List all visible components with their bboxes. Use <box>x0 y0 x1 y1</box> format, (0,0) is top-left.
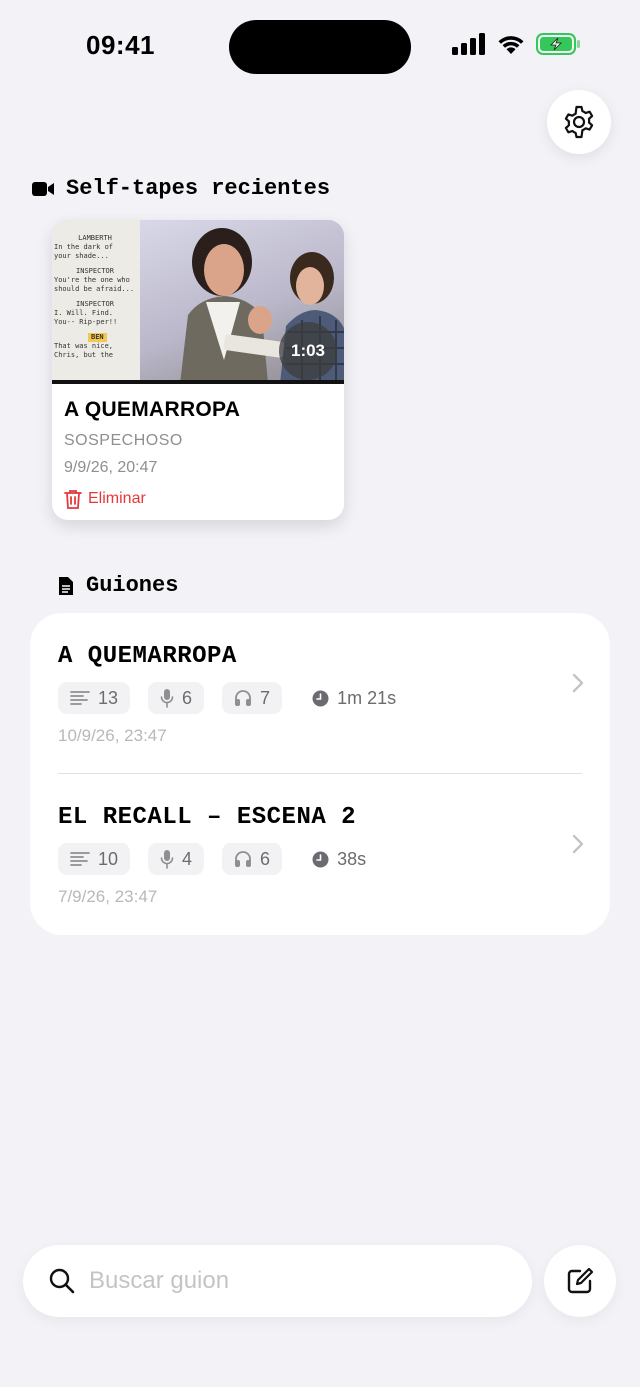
status-time: 09:41 <box>86 30 155 60</box>
script-title: EL RECALL – ESCENA 2 <box>58 804 357 831</box>
script-preview-line: Chris, but the <box>54 351 114 359</box>
my-lines-count: 4 <box>148 843 205 875</box>
tape-role: SOSPECHOSO <box>64 432 183 449</box>
script-preview-line: That was nice, <box>54 342 114 350</box>
script-preview-line: I. Will. Find. <box>54 309 114 317</box>
script-title: A QUEMARROPA <box>58 643 237 670</box>
script-preview-character: INSPECTOR <box>76 267 114 275</box>
script-preview-line: You-- Rip-per!! <box>54 318 118 326</box>
dynamic-island <box>229 20 411 74</box>
scripts-title: Guiones <box>86 573 179 598</box>
new-script-button[interactable] <box>544 1245 616 1317</box>
status-icons <box>452 33 582 55</box>
settings-icon <box>564 105 594 139</box>
chevron-right-icon <box>572 834 584 854</box>
search-bar[interactable] <box>23 1245 532 1317</box>
row-divider <box>58 773 582 774</box>
script-preview-character: LAMBERTH <box>78 234 112 242</box>
script-stats: 10 4 6 38s <box>58 843 582 875</box>
settings-button[interactable] <box>547 90 611 154</box>
duration-value: 1m 21s <box>337 687 397 708</box>
wifi-icon <box>498 36 524 54</box>
clock-icon <box>312 851 329 867</box>
lines-icon <box>70 691 90 705</box>
script-row[interactable]: A QUEMARROPA 13 6 7 1m 21s 10/9/26, 23:4… <box>58 643 584 746</box>
script-preview-line: your shade... <box>54 252 109 260</box>
script-date: 10/9/26, 23:47 <box>58 726 167 745</box>
microphone-icon <box>160 850 174 869</box>
listen-lines-count: 6 <box>222 843 283 875</box>
script-duration: 38s <box>300 843 366 875</box>
signal-icon <box>452 33 485 55</box>
play-button[interactable]: 1:03 <box>279 322 337 380</box>
my-lines-count: 6 <box>148 682 205 714</box>
script-stats: 13 6 7 1m 21s <box>58 682 582 714</box>
script-preview: LAMBERTH In the dark of your shade... INSPE… <box>52 220 140 384</box>
self-tapes-title: Self-tapes recientes <box>66 176 331 201</box>
home-screen: 09:41 Self-tapes recientes LAMBERTH In t… <box>0 0 640 1387</box>
clock-icon <box>312 690 329 706</box>
compose-icon <box>567 1267 594 1294</box>
script-preview-line: should be afraid... <box>54 285 135 293</box>
headphones-icon <box>235 851 252 867</box>
tape-info: A QUEMARROPA SOSPECHOSO 9/9/26, 20:47 El… <box>52 384 344 509</box>
lines-icon <box>70 852 90 866</box>
delete-tape-button[interactable]: Eliminar <box>64 489 332 509</box>
lines-value: 13 <box>98 687 119 708</box>
listen-lines-count: 7 <box>222 682 283 714</box>
script-preview-character: INSPECTOR <box>76 300 114 308</box>
lines-count: 10 <box>58 843 131 875</box>
tape-thumbnail[interactable]: LAMBERTH In the dark of your shade... INSPE… <box>52 220 344 384</box>
video-camera-icon <box>32 181 54 196</box>
document-icon <box>59 576 73 595</box>
lines-count: 13 <box>58 682 131 714</box>
listen-lines-value: 6 <box>260 848 271 869</box>
script-preview-line: You're the one who <box>54 276 130 284</box>
search-icon <box>49 1268 75 1294</box>
tape-duration: 1:03 <box>290 341 326 360</box>
listen-lines-value: 7 <box>260 687 271 708</box>
delete-label: Eliminar <box>88 490 146 507</box>
self-tape-card[interactable]: LAMBERTH In the dark of your shade... INSPE… <box>52 220 344 520</box>
tape-date: 9/9/26, 20:47 <box>64 459 158 476</box>
scripts-header: Guiones <box>58 573 178 598</box>
scripts-list: A QUEMARROPA 13 6 7 1m 21s 10/9/26, 23:4… <box>30 613 610 935</box>
my-lines-value: 6 <box>182 687 193 708</box>
battery-icon <box>536 33 580 55</box>
chevron-right-icon <box>572 673 584 693</box>
microphone-icon <box>160 689 174 708</box>
lines-value: 10 <box>98 848 119 869</box>
search-input[interactable] <box>89 1267 489 1295</box>
my-lines-value: 4 <box>182 848 193 869</box>
tape-title: A QUEMARROPA <box>64 398 241 421</box>
video-progress-bar <box>52 380 344 384</box>
script-preview-highlight: BEN <box>88 333 107 342</box>
duration-value: 38s <box>337 848 367 869</box>
self-tapes-header: Self-tapes recientes <box>32 176 330 201</box>
script-row[interactable]: EL RECALL – ESCENA 2 10 4 6 38s 7/9/26, … <box>58 804 584 907</box>
script-duration: 1m 21s <box>300 682 396 714</box>
script-preview-line: In the dark of <box>54 243 114 251</box>
trash-icon <box>64 490 82 509</box>
script-date: 7/9/26, 23:47 <box>58 887 158 906</box>
headphones-icon <box>235 690 252 706</box>
